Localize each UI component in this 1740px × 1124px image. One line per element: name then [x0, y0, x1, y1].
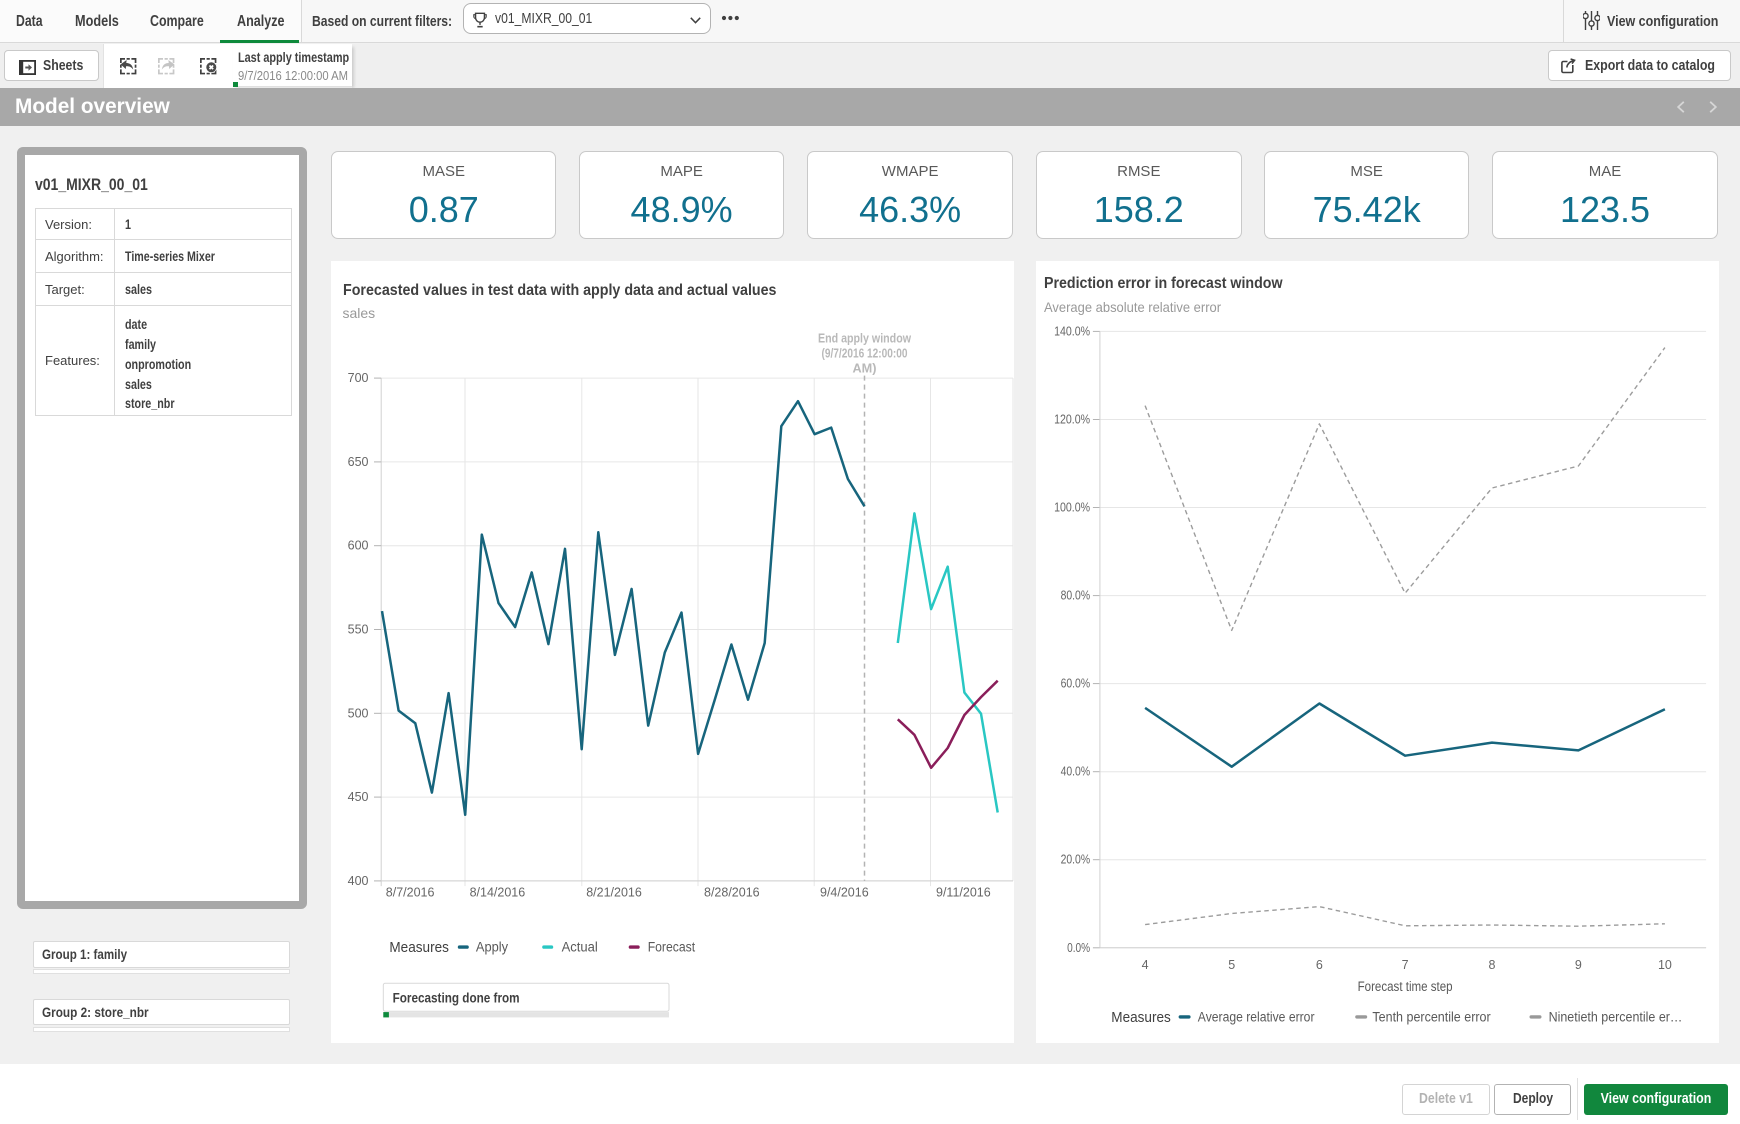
svg-text:7: 7: [1402, 958, 1409, 972]
svg-text:550: 550: [348, 623, 369, 637]
svg-text:9: 9: [1575, 958, 1582, 972]
svg-text:60.0%: 60.0%: [1061, 677, 1091, 691]
svg-text:450: 450: [348, 790, 369, 804]
svg-text:8/14/2016: 8/14/2016: [470, 886, 526, 900]
svg-text:AM): AM): [853, 362, 877, 376]
svg-text:Tenth percentile error: Tenth percentile error: [1373, 1010, 1492, 1025]
svg-text:40.0%: 40.0%: [1061, 765, 1091, 779]
svg-text:End apply window: End apply window: [818, 332, 911, 346]
svg-text:5: 5: [1229, 958, 1236, 972]
svg-text:500: 500: [348, 707, 369, 721]
svg-text:8: 8: [1489, 958, 1496, 972]
svg-text:Forecast time step: Forecast time step: [1358, 979, 1453, 994]
svg-text:Apply: Apply: [476, 940, 508, 955]
svg-text:10: 10: [1658, 958, 1672, 972]
svg-text:600: 600: [348, 539, 369, 553]
svg-text:9/4/2016: 9/4/2016: [820, 886, 869, 900]
svg-text:8/21/2016: 8/21/2016: [586, 886, 642, 900]
svg-text:4: 4: [1142, 958, 1149, 972]
svg-text:Forecast: Forecast: [648, 940, 696, 955]
svg-text:Forecasting done from: Forecasting done from: [393, 991, 520, 1006]
svg-text:6: 6: [1316, 958, 1323, 972]
svg-text:120.0%: 120.0%: [1054, 413, 1090, 427]
svg-text:400: 400: [348, 874, 369, 888]
svg-text:100.0%: 100.0%: [1054, 501, 1090, 515]
svg-text:700: 700: [348, 371, 369, 385]
svg-text:8/7/2016: 8/7/2016: [386, 886, 435, 900]
svg-text:0.0%: 0.0%: [1067, 941, 1090, 955]
svg-text:9/11/2016: 9/11/2016: [936, 886, 991, 900]
svg-text:(9/7/2016 12:00:00: (9/7/2016 12:00:00: [822, 347, 908, 361]
svg-text:Actual: Actual: [562, 940, 598, 955]
svg-text:140.0%: 140.0%: [1054, 325, 1090, 339]
svg-text:Measures: Measures: [1112, 1009, 1172, 1026]
svg-text:650: 650: [348, 455, 369, 469]
svg-text:Average relative error: Average relative error: [1198, 1010, 1315, 1025]
svg-text:Ninetieth percentile er…: Ninetieth percentile er…: [1549, 1010, 1683, 1025]
svg-text:8/28/2016: 8/28/2016: [704, 886, 760, 900]
svg-text:20.0%: 20.0%: [1061, 853, 1091, 867]
svg-text:80.0%: 80.0%: [1061, 589, 1091, 603]
svg-text:Measures: Measures: [389, 940, 449, 957]
